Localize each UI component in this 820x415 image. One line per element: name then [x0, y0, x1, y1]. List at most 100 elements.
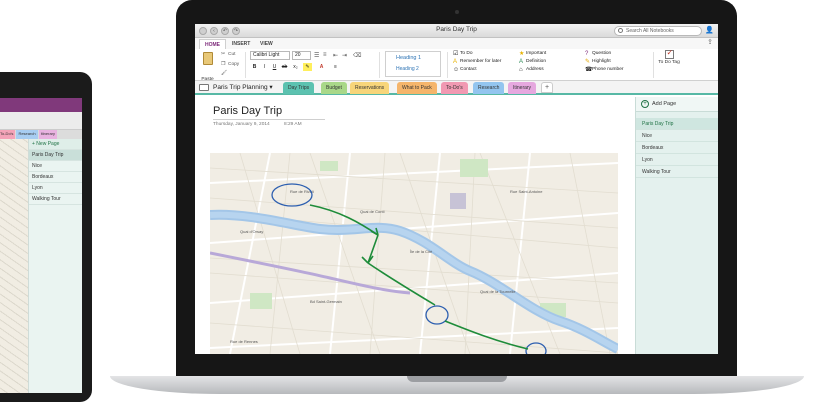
page-list-panel: + Add Page Paris Day Trip Nice Bordeaux … [635, 97, 718, 354]
ipad-page-item[interactable]: Paris Day Trip [29, 150, 82, 161]
outdent-icon[interactable]: ⇤ [333, 52, 338, 59]
search-input[interactable]: Search All Notebooks [614, 26, 702, 36]
star-icon: A [453, 59, 458, 65]
page-item-lyon[interactable]: Lyon [636, 154, 718, 166]
styles-gallery[interactable]: Heading 1 Heading 2 [385, 51, 441, 77]
highlighter-icon: ✎ [585, 59, 591, 65]
bold-button[interactable]: B [250, 63, 259, 71]
ipad-section-tabs: To-Do's Research Itinerary [0, 130, 82, 139]
tag-highlight[interactable]: ✎ Highlight [585, 58, 611, 66]
format-painter-icon[interactable]: 🖌 [221, 71, 227, 76]
italic-button[interactable]: I [260, 63, 269, 71]
share-icon[interactable]: ⇪ [707, 38, 713, 46]
add-icon: + [641, 100, 649, 108]
svg-text:Rue de Rennes: Rue de Rennes [230, 339, 258, 344]
ribbon: Paste ✂ Cut ❐ Copy 🖌 Calibri Light 20 ☰ … [195, 48, 718, 82]
section-tab-reservations[interactable]: Reservations [350, 82, 390, 94]
tag-label: To Do [460, 51, 473, 56]
eraser-icon[interactable]: ⌫ [353, 52, 361, 59]
font-family-select[interactable]: Calibri Light [250, 51, 290, 60]
numbering-icon[interactable]: ≡ [323, 52, 327, 58]
account-icon[interactable]: 👤 [705, 26, 714, 34]
map-svg: Rue de Rivoli Quai de Conti Quai d'Orsay… [210, 153, 618, 354]
tab-insert[interactable]: INSERT [227, 39, 255, 49]
definition-icon: A [519, 59, 524, 65]
align-icon[interactable]: ≡ [331, 63, 340, 71]
svg-text:Bd Saint-Germain: Bd Saint-Germain [310, 299, 342, 304]
tag-label: Highlight [592, 59, 611, 64]
add-page-button[interactable]: + Add Page [636, 97, 718, 112]
font-size-select[interactable]: 20 [292, 51, 311, 60]
font-color-icon[interactable]: A [317, 63, 326, 71]
tag-contact[interactable]: ☺ Contact [453, 66, 477, 74]
checkbox-icon: ☑ [453, 51, 459, 57]
page-item-nice[interactable]: Nice [636, 130, 718, 142]
section-tab-itinerary[interactable]: Itinerary [508, 82, 537, 94]
copy-icon[interactable]: ❐ [221, 62, 225, 67]
page-title[interactable]: Paris Day Trip [213, 105, 282, 117]
ipad-tab-itinerary[interactable]: Itinerary [38, 130, 58, 139]
copy-button[interactable]: Copy [228, 62, 239, 67]
page-item-bordeaux[interactable]: Bordeaux [636, 142, 718, 154]
page-canvas[interactable]: Paris Day Trip Thursday, January 9, 2014… [195, 97, 635, 354]
add-section-button[interactable]: + [541, 82, 554, 93]
tag-phone[interactable]: ☎ Phone number [585, 66, 623, 74]
section-tab-todos[interactable]: To-Do's [441, 82, 468, 94]
tag-label: Question [592, 51, 612, 56]
tag-definition[interactable]: A Definition [519, 58, 546, 66]
strikethrough-button[interactable]: ab [280, 63, 289, 71]
tag-remember[interactable]: A Remember for later [453, 58, 501, 66]
todo-tag-button[interactable]: To Do Tag [658, 48, 680, 66]
style-heading-2[interactable]: Heading 2 [396, 66, 419, 72]
section-tab-what-to-pack[interactable]: What to Pack [397, 82, 437, 94]
tag-label: Definition [526, 59, 546, 64]
indent-icon[interactable]: ⇥ [342, 52, 347, 59]
onenote-window: ‹ ↶ ↷ Paris Day Trip Search All Notebook… [195, 24, 718, 354]
tab-view[interactable]: VIEW [255, 39, 278, 49]
svg-text:Quai d'Orsay: Quai d'Orsay [240, 229, 263, 234]
ipad-body: + New Page Paris Day Trip Nice Bordeaux … [0, 139, 82, 393]
divider [653, 52, 654, 78]
tag-question[interactable]: ? Question [585, 50, 611, 58]
notebook-selector[interactable]: Paris Trip Planning ▾ [213, 83, 273, 91]
style-heading-1[interactable]: Heading 1 [396, 55, 421, 61]
tag-address[interactable]: ⌂ Address [519, 66, 544, 74]
ribbon-tabs: HOME INSERT VIEW ⇪ [195, 38, 718, 49]
section-tab-research[interactable]: Research [473, 82, 505, 94]
tag-label: Important [526, 51, 547, 56]
section-tab-day-trips[interactable]: Day Trips [283, 82, 315, 94]
clipboard-icon [202, 52, 213, 65]
title-underline [213, 119, 325, 120]
ipad-new-page-button[interactable]: + New Page [29, 139, 82, 150]
tag-label: Remember for later [460, 59, 502, 64]
ipad-page-item[interactable]: Nice [29, 161, 82, 172]
subscript-icon[interactable]: x₂ [291, 63, 300, 71]
tab-home[interactable]: HOME [199, 39, 226, 49]
todo-tag-label: To Do Tag [658, 60, 680, 65]
ipad-page-item[interactable]: Bordeaux [29, 172, 82, 183]
section-tab-budget[interactable]: Budget [321, 82, 347, 94]
cut-icon[interactable]: ✂ [221, 52, 225, 57]
page-item-paris-day-trip[interactable]: Paris Day Trip [636, 118, 718, 130]
notebook-bar: Paris Trip Planning ▾ Day Trips Budget R… [195, 81, 718, 95]
ipad-tab-todos[interactable]: To-Do's [0, 130, 16, 139]
page-item-walking-tour[interactable]: Walking Tour [636, 166, 718, 178]
page-date: Thursday, January 9, 2014 [213, 122, 270, 127]
ipad-page-item[interactable]: Lyon [29, 183, 82, 194]
divider [245, 52, 246, 78]
ipad-tab-research[interactable]: Research [16, 130, 38, 139]
macbook-base [110, 376, 804, 394]
title-bar: ‹ ↶ ↷ Paris Day Trip Search All Notebook… [195, 24, 718, 38]
cut-button[interactable]: Cut [228, 52, 235, 57]
tag-todo[interactable]: ☑ To Do [453, 50, 473, 58]
star-icon: ★ [519, 51, 525, 57]
underline-button[interactable]: U [270, 63, 279, 71]
paste-button[interactable]: Paste [198, 51, 217, 82]
bullets-icon[interactable]: ☰ [314, 52, 319, 59]
highlight-icon[interactable]: ✎ [303, 63, 312, 71]
tag-important[interactable]: ★ Important [519, 50, 546, 58]
notebook-icon[interactable] [199, 84, 209, 91]
ipad-page-item[interactable]: Walking Tour [29, 194, 82, 205]
macbook-lid: ‹ ↶ ↷ Paris Day Trip Search All Notebook… [176, 0, 737, 376]
svg-text:Quai de Conti: Quai de Conti [360, 209, 385, 214]
